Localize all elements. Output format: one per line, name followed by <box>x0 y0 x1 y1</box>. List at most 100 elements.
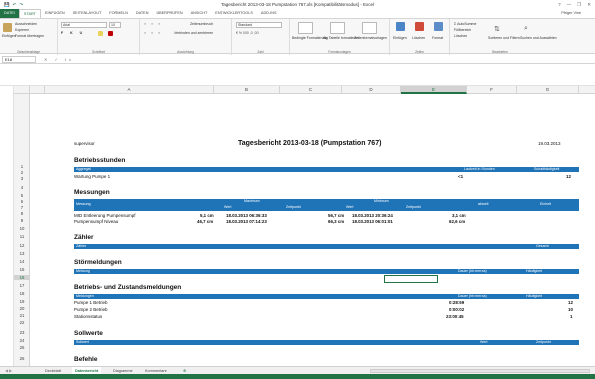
column-header-e[interactable]: E <box>401 86 467 94</box>
row-header[interactable]: 23 <box>14 330 30 335</box>
minimize-icon[interactable]: — <box>567 0 572 9</box>
col-aggregat: Aggregat <box>76 167 91 171</box>
cut-button[interactable]: Ausschneiden <box>15 22 37 26</box>
row-header[interactable]: 2 <box>14 170 30 175</box>
insert-cells-button[interactable]: Einfügen <box>393 36 407 40</box>
tab-einfuegen[interactable]: EINFÜGEN <box>41 9 69 18</box>
tab-formeln[interactable]: FORMELN <box>105 9 132 18</box>
autosum-button[interactable]: Σ AutoSumme <box>454 22 476 26</box>
tab-add-ins[interactable]: ADD-INS <box>257 9 281 18</box>
col-aktuell: aktuell <box>478 202 489 206</box>
tab-entwicklertools[interactable]: ENTWICKLERTOOLS <box>211 9 257 18</box>
number-format-icons[interactable]: € % 000 ,0 ,00 <box>236 31 259 35</box>
row-header[interactable]: 20 <box>14 306 30 311</box>
row-header[interactable]: 17 <box>14 283 30 288</box>
align-icons[interactable]: ≡ ≡ ≡ <box>144 22 162 26</box>
help-icon[interactable]: ? <box>558 0 561 9</box>
row-header-selected[interactable]: 16 <box>14 275 30 280</box>
format-as-table-icon[interactable] <box>330 22 345 34</box>
column-header-narrow[interactable] <box>30 86 45 94</box>
zustand-row-name: Pumpe 2 Betrieb <box>74 307 108 312</box>
column-header-a[interactable]: A <box>45 86 214 94</box>
row-header[interactable]: 12 <box>14 243 30 248</box>
tab-start[interactable]: START <box>18 9 42 18</box>
font-size-select[interactable]: 10 <box>109 22 121 28</box>
tab-daten[interactable]: DATEN <box>132 9 153 18</box>
formula-input[interactable] <box>66 55 595 64</box>
delete-cells-button[interactable]: Löschen <box>412 36 425 40</box>
select-all-corner[interactable] <box>14 86 30 94</box>
fill-color-icon[interactable] <box>98 31 103 36</box>
name-box[interactable]: E18 <box>2 56 36 63</box>
sort-filter-icon[interactable]: ⇅ <box>494 25 500 33</box>
row-header[interactable]: 15 <box>14 267 30 272</box>
font-color-icon[interactable] <box>108 31 113 36</box>
font-label: Schriftart <box>92 50 105 54</box>
row-header[interactable]: 24 <box>14 338 30 343</box>
cell-styles-icon[interactable] <box>362 22 377 34</box>
column-header-f[interactable]: F <box>467 86 517 94</box>
zustand-row-name: Stationsstatus <box>74 314 103 319</box>
messung-row-min: 66,3 cm <box>328 219 345 224</box>
tab-seitenlayout[interactable]: SEITENLAYOUT <box>69 9 106 18</box>
format-cells-icon[interactable] <box>434 22 443 31</box>
cell-styles-button[interactable]: Zellenformatvorlagen <box>354 36 387 40</box>
row-header[interactable]: 10 <box>14 226 30 231</box>
row-header[interactable]: 7 <box>14 205 30 210</box>
copy-button[interactable]: Kopieren <box>15 28 29 32</box>
row-header[interactable]: 6 <box>14 199 30 204</box>
paste-button[interactable]: Einfügen <box>2 34 16 38</box>
wrap-text-button[interactable]: Zeilenumbruch <box>190 22 213 26</box>
format-cells-button[interactable]: Format <box>432 36 443 40</box>
header-bar-zaehler: Zähler Gesamt <box>74 244 579 249</box>
find-select-icon[interactable]: ⌕ <box>524 25 528 33</box>
row-header[interactable]: 3 <box>14 176 30 181</box>
row-header[interactable]: 1 <box>14 164 30 169</box>
row-header[interactable]: 21 <box>14 313 30 318</box>
sort-filter-button[interactable]: Sortieren und Filtern <box>488 36 520 40</box>
clear-button[interactable]: Löschen <box>454 34 467 38</box>
column-header-d[interactable]: D <box>342 86 401 94</box>
worksheet[interactable]: supervisor Tagesbericht 2013-03-18 (Pump… <box>30 94 595 366</box>
signin-user[interactable]: Pfriger Vine <box>561 9 581 18</box>
row-header[interactable]: 4 <box>14 185 30 190</box>
column-header-b[interactable]: B <box>214 86 280 94</box>
row-header[interactable]: 8 <box>14 211 30 216</box>
restore-icon[interactable]: ❐ <box>577 0 581 9</box>
col-sollwert: Sollwert <box>76 340 89 344</box>
row-header[interactable]: 26 <box>14 356 30 361</box>
styles-label: Formatvorlagen <box>328 50 351 54</box>
row-header[interactable]: 18 <box>14 291 30 296</box>
row-header[interactable]: 9 <box>14 218 30 223</box>
paste-icon[interactable] <box>3 23 12 32</box>
window-controls: ? — ❐ ✕ <box>558 0 591 9</box>
insert-cells-icon[interactable] <box>396 22 405 31</box>
horizontal-scrollbar[interactable] <box>370 369 590 373</box>
find-select-button[interactable]: Suchen und Auswählen <box>520 36 557 40</box>
sheet-tab-bar: ◀ ▶ Deckblatt Datenbericht Diagramme Kom… <box>0 366 595 375</box>
conditional-format-icon[interactable] <box>298 22 313 34</box>
align-bottom-icons[interactable]: ≡ ≡ ≡ <box>144 31 162 35</box>
row-header[interactable]: 11 <box>14 234 30 239</box>
col-min-zeitpunkt: Zeitpunkt <box>406 205 421 209</box>
tab-ansicht[interactable]: ANSICHT <box>187 9 212 18</box>
row-header[interactable]: 5 <box>14 193 30 198</box>
format-painter-button[interactable]: Format übertragen <box>15 34 44 38</box>
font-name-select[interactable]: Arial <box>61 22 107 28</box>
delete-cells-icon[interactable] <box>415 22 424 31</box>
tab-datei[interactable]: DATEI <box>0 9 19 18</box>
row-header[interactable]: 19 <box>14 299 30 304</box>
row-header[interactable]: 25 <box>14 345 30 350</box>
merge-center-button[interactable]: Verbinden und zentrieren <box>174 31 213 35</box>
row-header[interactable]: 14 <box>14 259 30 264</box>
row-header[interactable]: 22 <box>14 320 30 325</box>
close-icon[interactable]: ✕ <box>587 0 591 9</box>
font-style-buttons[interactable]: F K U <box>61 31 85 35</box>
number-format-select[interactable]: Standard <box>236 22 282 28</box>
fill-button[interactable]: Füllbereich <box>454 28 471 32</box>
selected-cell-e18[interactable] <box>384 275 438 283</box>
row-header[interactable]: 13 <box>14 251 30 256</box>
tab-ueberpruefen[interactable]: ÜBERPRÜFEN <box>152 9 186 18</box>
column-header-g[interactable]: G <box>517 86 579 94</box>
column-header-c[interactable]: C <box>280 86 342 94</box>
